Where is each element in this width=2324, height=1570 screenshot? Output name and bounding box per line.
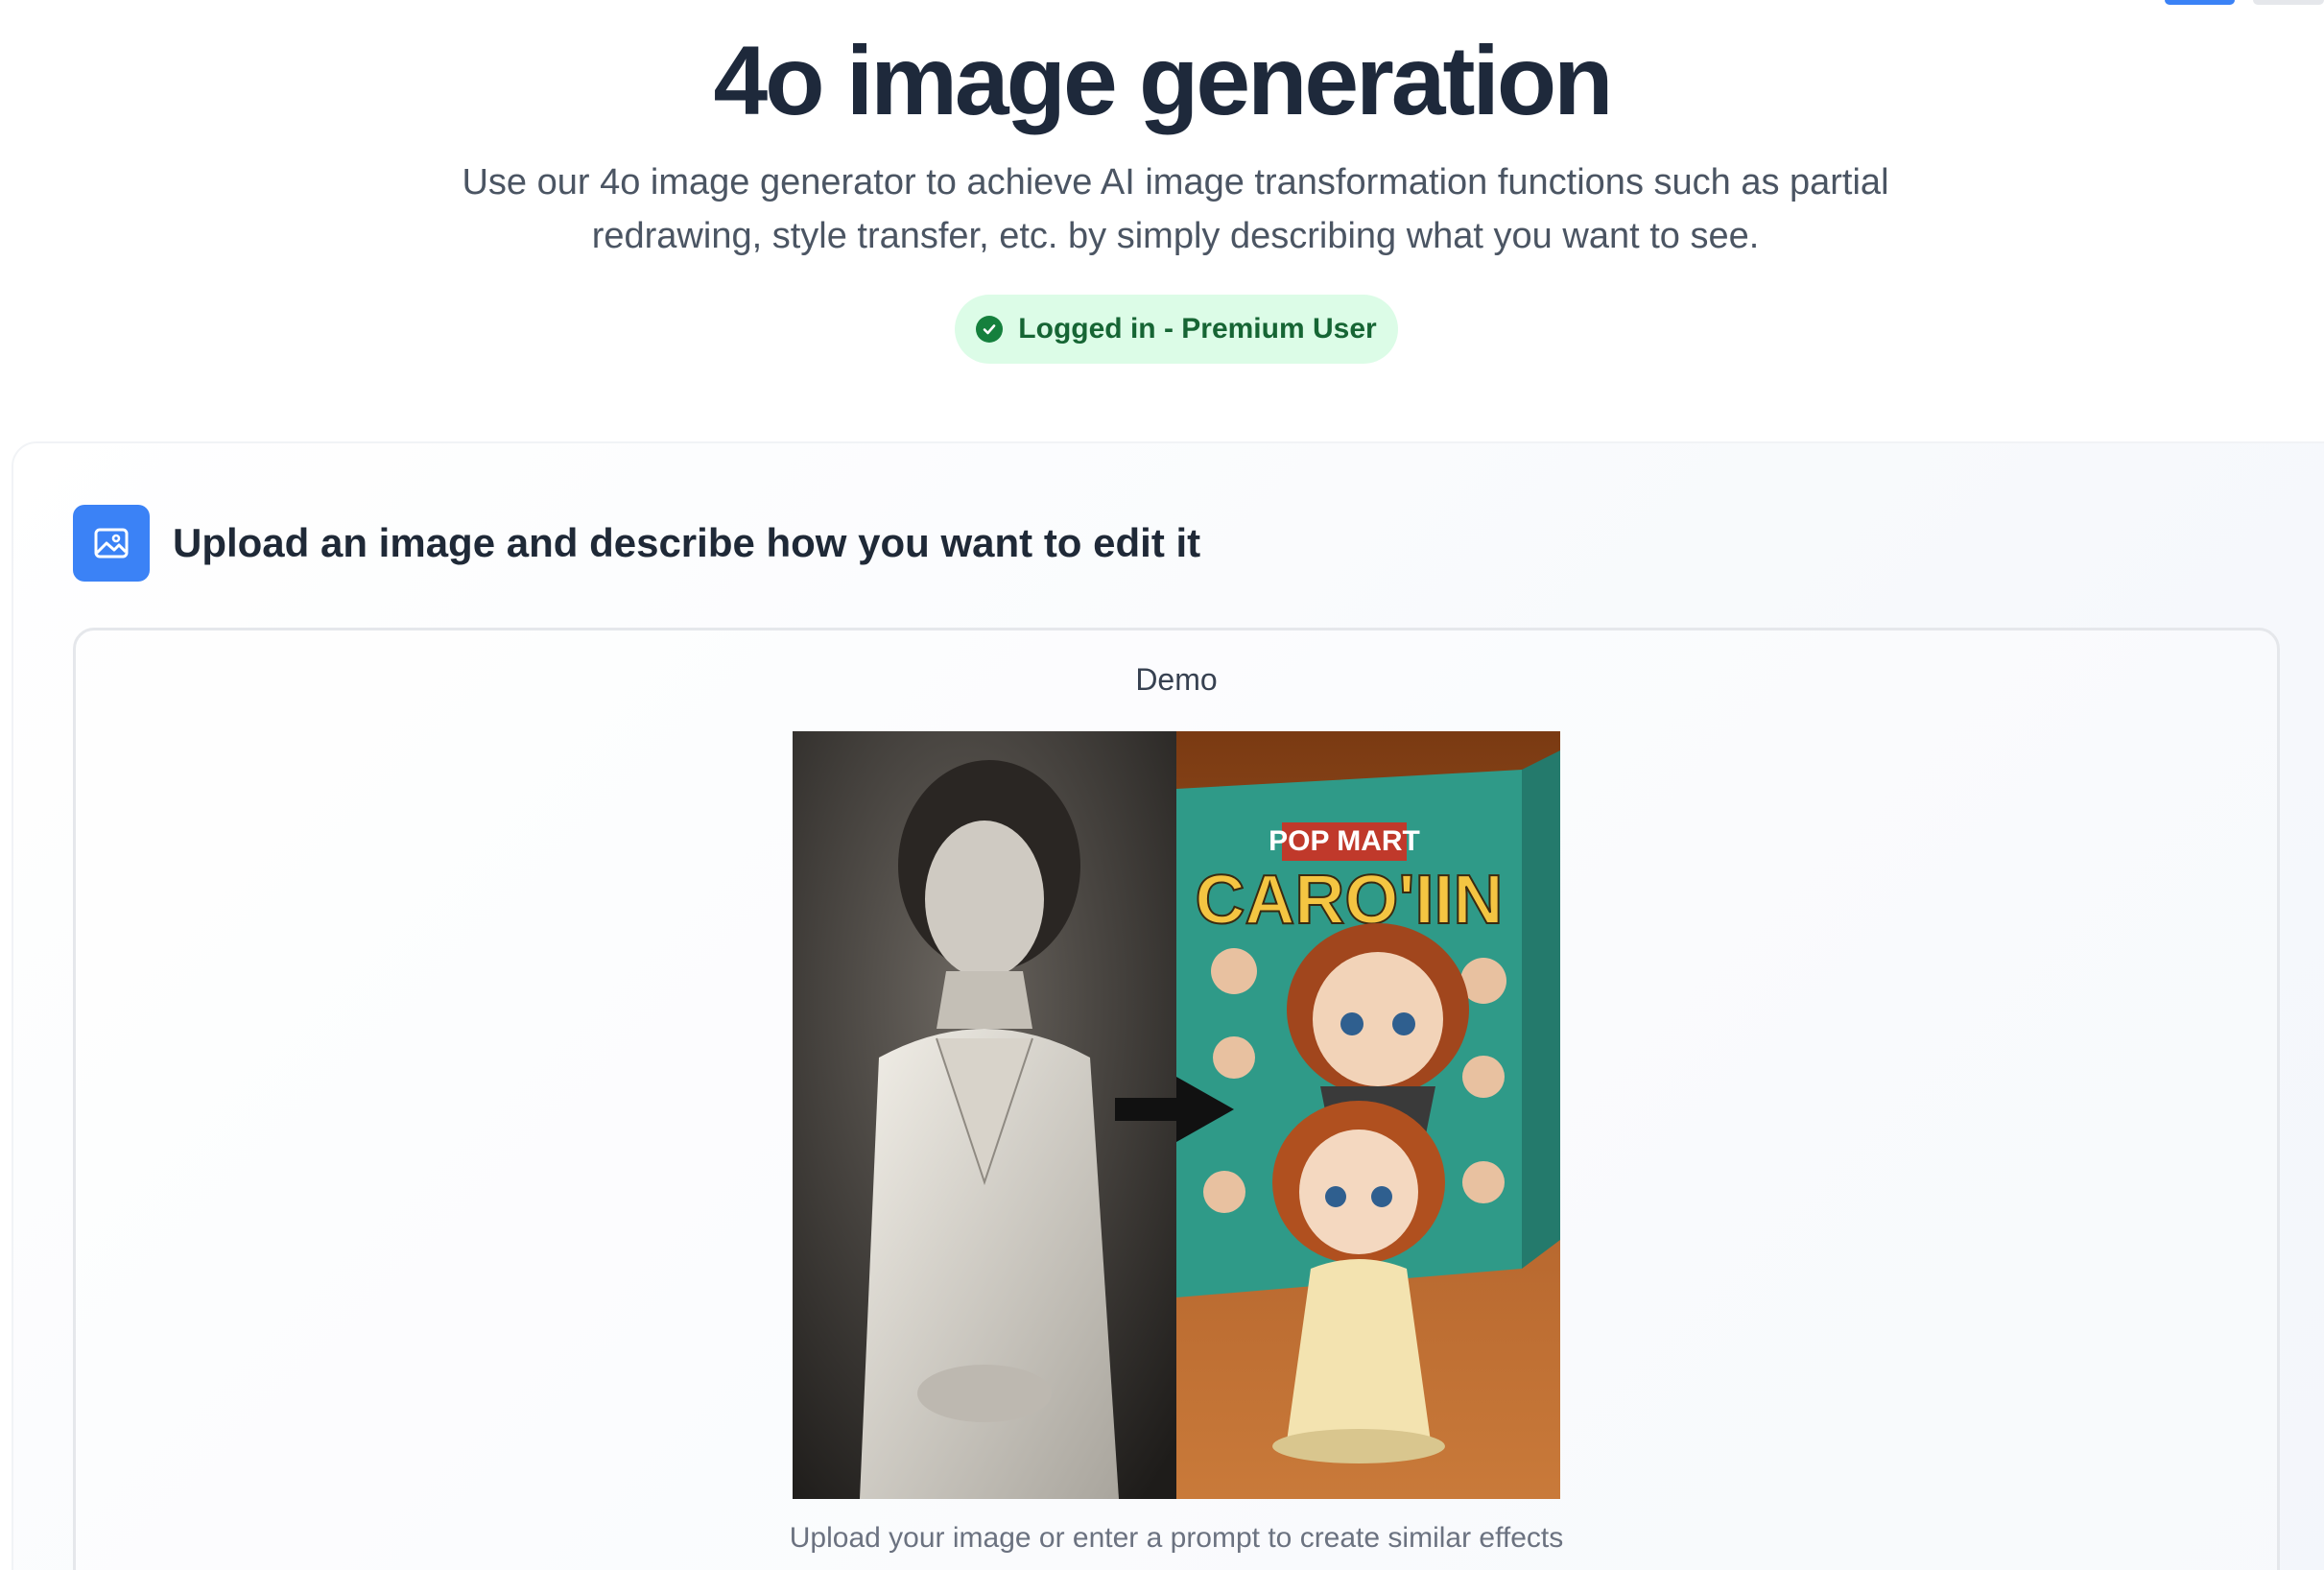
demo-box-brand: POP MART [1269, 825, 1420, 857]
image-icon [73, 505, 150, 582]
page-subtitle: Use our 4o image generator to achieve AI… [462, 162, 1889, 256]
demo-label: Demo [1135, 662, 1218, 697]
top-primary-button[interactable] [2165, 0, 2235, 5]
check-circle-icon [976, 316, 1004, 343]
demo-box-title: CARO'IIN [1195, 862, 1503, 939]
demo-image: POP MART CARO'IIN [793, 731, 1560, 1499]
page: 4o image generation Use our 4o image gen… [0, 0, 2324, 1570]
top-secondary-button[interactable] [2253, 0, 2324, 5]
status-label: Logged in - Premium User [1018, 313, 1377, 345]
editor-heading: Upload an image and describe how you wan… [173, 520, 1201, 565]
status-badge: Logged in - Premium User [955, 295, 1398, 364]
demo-caption: Upload your image or enter a prompt to c… [789, 1522, 1564, 1554]
page-title: 4o image generation [713, 26, 1614, 135]
